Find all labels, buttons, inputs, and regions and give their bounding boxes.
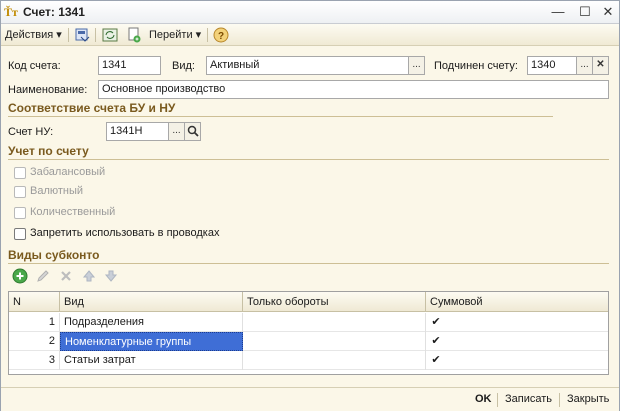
post-save-icon[interactable] — [74, 27, 90, 43]
search-icon[interactable] — [184, 122, 201, 141]
window-title: Счет: 1341 — [23, 5, 85, 19]
column-header-turnover[interactable]: Только обороты — [243, 292, 426, 312]
account-window: Ťт Счет: 1341 — ☐ ✕ Действия ▾ Перейти ▾… — [0, 0, 620, 411]
checkmark-icon[interactable]: ✔ — [426, 313, 446, 332]
parent-select-button[interactable]: ... — [576, 56, 593, 75]
code-input[interactable]: 1341 — [98, 56, 161, 75]
chevron-down-icon: ▾ — [195, 29, 202, 41]
svg-text:?: ? — [218, 31, 224, 42]
column-header-sum[interactable]: Суммовой — [426, 292, 608, 312]
name-input[interactable]: Основное производство — [98, 80, 609, 99]
row-number: 1 — [9, 313, 60, 332]
delete-row-icon[interactable] — [58, 268, 74, 284]
quantity-checkbox[interactable] — [14, 207, 26, 219]
close-button[interactable]: Закрыть — [567, 393, 609, 405]
offbalance-checkbox[interactable] — [14, 167, 26, 179]
bottom-bar: OK Записать Закрыть — [1, 387, 619, 411]
table-row[interactable]: 1 Подразделения ✔ — [9, 313, 608, 332]
copy-document-icon[interactable] — [126, 27, 142, 43]
divider — [8, 116, 553, 117]
currency-label: Валютный — [30, 185, 84, 197]
nu-select-button[interactable]: ... — [168, 122, 185, 141]
table-row[interactable]: 3 Статьи затрат ✔ — [9, 351, 608, 370]
save-button[interactable]: Записать — [505, 393, 552, 405]
table-row[interactable]: 2 Номенклатурные группы ✔ — [9, 332, 608, 351]
section-bu-nu-title: Соответствие счета БУ и НУ — [8, 101, 176, 115]
checkmark-icon[interactable]: ✔ — [426, 351, 446, 370]
row-turnover-only[interactable] — [243, 351, 426, 370]
edit-row-icon[interactable] — [35, 268, 51, 284]
column-header-kind[interactable]: Вид — [60, 292, 243, 312]
currency-checkbox[interactable] — [14, 186, 26, 198]
row-kind-selected[interactable]: Номенклатурные группы — [60, 332, 243, 351]
parent-label: Подчинен счету: — [434, 60, 518, 72]
table-header: N Вид Только обороты Суммовой — [9, 292, 608, 312]
column-header-n[interactable]: N — [9, 292, 60, 312]
kind-input[interactable]: Активный — [206, 56, 409, 75]
clear-icon[interactable]: ✕ — [592, 56, 609, 75]
move-up-icon[interactable] — [81, 268, 97, 284]
actions-label: Действия — [5, 29, 54, 41]
quantity-label: Количественный — [30, 206, 116, 218]
forbid-postings-checkbox[interactable] — [14, 228, 26, 240]
forbid-postings-label: Запретить использовать в проводках — [30, 227, 220, 239]
checkmark-icon[interactable]: ✔ — [426, 332, 446, 351]
divider — [8, 263, 609, 264]
kind-select-button[interactable]: ... — [408, 56, 425, 75]
add-row-icon[interactable] — [12, 268, 28, 284]
parent-input[interactable]: 1340 — [527, 56, 577, 75]
name-label: Наименование: — [8, 84, 88, 96]
row-turnover-only[interactable] — [243, 313, 426, 332]
move-down-icon[interactable] — [103, 268, 119, 284]
subconto-table[interactable]: N Вид Только обороты Суммовой 1 Подразде… — [8, 291, 609, 375]
row-number: 2 — [9, 332, 60, 351]
nu-label: Счет НУ: — [8, 126, 54, 138]
minimize-button[interactable]: — — [549, 4, 567, 20]
chevron-down-icon: ▾ — [56, 29, 62, 41]
code-label: Код счета: — [8, 60, 61, 72]
row-turnover-only[interactable] — [243, 332, 426, 351]
maximize-button[interactable]: ☐ — [576, 4, 594, 20]
goto-menu[interactable]: Перейти ▾ — [149, 27, 201, 43]
row-kind[interactable]: Подразделения — [60, 313, 243, 332]
section-accounting-title: Учет по счету — [8, 144, 89, 158]
row-kind[interactable]: Статьи затрат — [60, 351, 243, 370]
goto-label: Перейти — [149, 29, 193, 41]
close-window-button[interactable]: ✕ — [599, 4, 617, 20]
app-icon: Ťт — [4, 5, 18, 19]
title-bar: Ťт Счет: 1341 — ☐ ✕ — [1, 1, 619, 24]
refresh-icon[interactable] — [102, 27, 118, 43]
help-icon[interactable]: ? — [213, 27, 229, 43]
nu-input[interactable]: 1341Н — [106, 122, 169, 141]
offbalance-label: Забалансовый — [30, 166, 106, 178]
section-subconto-title: Виды субконто — [8, 248, 100, 262]
toolbar: Действия ▾ Перейти ▾ ? — [1, 24, 619, 46]
ok-button[interactable]: OK — [475, 393, 492, 405]
row-number: 3 — [9, 351, 60, 370]
actions-menu[interactable]: Действия ▾ — [5, 27, 62, 43]
divider — [8, 159, 609, 160]
kind-label: Вид: — [172, 60, 195, 72]
